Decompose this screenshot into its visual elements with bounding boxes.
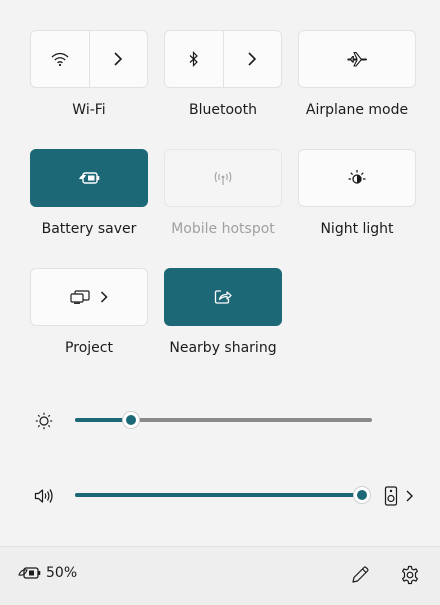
bluetooth-label: Bluetooth: [189, 102, 257, 118]
wifi-tile[interactable]: [30, 30, 148, 88]
wifi-expand-button[interactable]: [89, 31, 147, 87]
bluetooth-toggle[interactable]: [165, 31, 223, 87]
chevron-right-icon: [247, 52, 257, 66]
settings-button[interactable]: [400, 565, 420, 585]
speaker-icon[interactable]: [34, 488, 56, 504]
battery-saver-label: Battery saver: [41, 221, 137, 237]
project-tile[interactable]: [30, 268, 148, 326]
night-light-icon: [347, 169, 367, 187]
airplane-icon: [347, 51, 367, 67]
volume-slider-fill: [75, 493, 362, 497]
footer-bar: 50%: [0, 546, 440, 605]
brightness-slider-thumb[interactable]: [122, 411, 141, 429]
chevron-right-icon: [113, 52, 123, 66]
battery-status[interactable]: 50%: [18, 565, 77, 581]
project-icon: [70, 290, 92, 304]
battery-saver-icon: [78, 171, 100, 185]
bluetooth-tile[interactable]: [164, 30, 282, 88]
gear-icon: [400, 565, 420, 585]
volume-slider[interactable]: [75, 493, 362, 497]
battery-icon: [18, 565, 42, 581]
battery-percent: 50%: [46, 565, 78, 581]
pencil-icon: [350, 565, 370, 585]
airplane-mode-label: Airplane mode: [305, 102, 409, 118]
nearby-sharing-label: Nearby sharing: [169, 340, 277, 356]
battery-saver-tile[interactable]: [30, 149, 148, 207]
wifi-icon: [51, 52, 69, 66]
chevron-right-icon: [406, 490, 413, 502]
hotspot-icon: [213, 170, 233, 186]
airplane-mode-tile[interactable]: [298, 30, 416, 88]
share-icon: [214, 289, 232, 305]
nearby-sharing-tile[interactable]: [164, 268, 282, 326]
project-label: Project: [65, 340, 113, 356]
night-light-label: Night light: [320, 221, 394, 237]
audio-output-button[interactable]: [384, 486, 413, 506]
mobile-hotspot-tile[interactable]: [164, 149, 282, 207]
volume-slider-thumb[interactable]: [353, 486, 371, 504]
night-light-tile[interactable]: [298, 149, 416, 207]
quick-settings-panel: Wi-Fi Bluetooth Airplane mode Battery sa…: [0, 0, 440, 605]
mobile-hotspot-label: Mobile hotspot: [171, 221, 275, 237]
brightness-slider[interactable]: [75, 418, 372, 422]
wifi-toggle[interactable]: [31, 31, 89, 87]
bluetooth-expand-button[interactable]: [223, 31, 281, 87]
bluetooth-icon: [188, 51, 200, 67]
edit-quick-settings-button[interactable]: [350, 565, 370, 585]
brightness-icon: [35, 412, 53, 430]
audio-device-icon: [384, 486, 398, 506]
wifi-label: Wi-Fi: [72, 102, 106, 118]
chevron-right-icon: [100, 291, 108, 303]
